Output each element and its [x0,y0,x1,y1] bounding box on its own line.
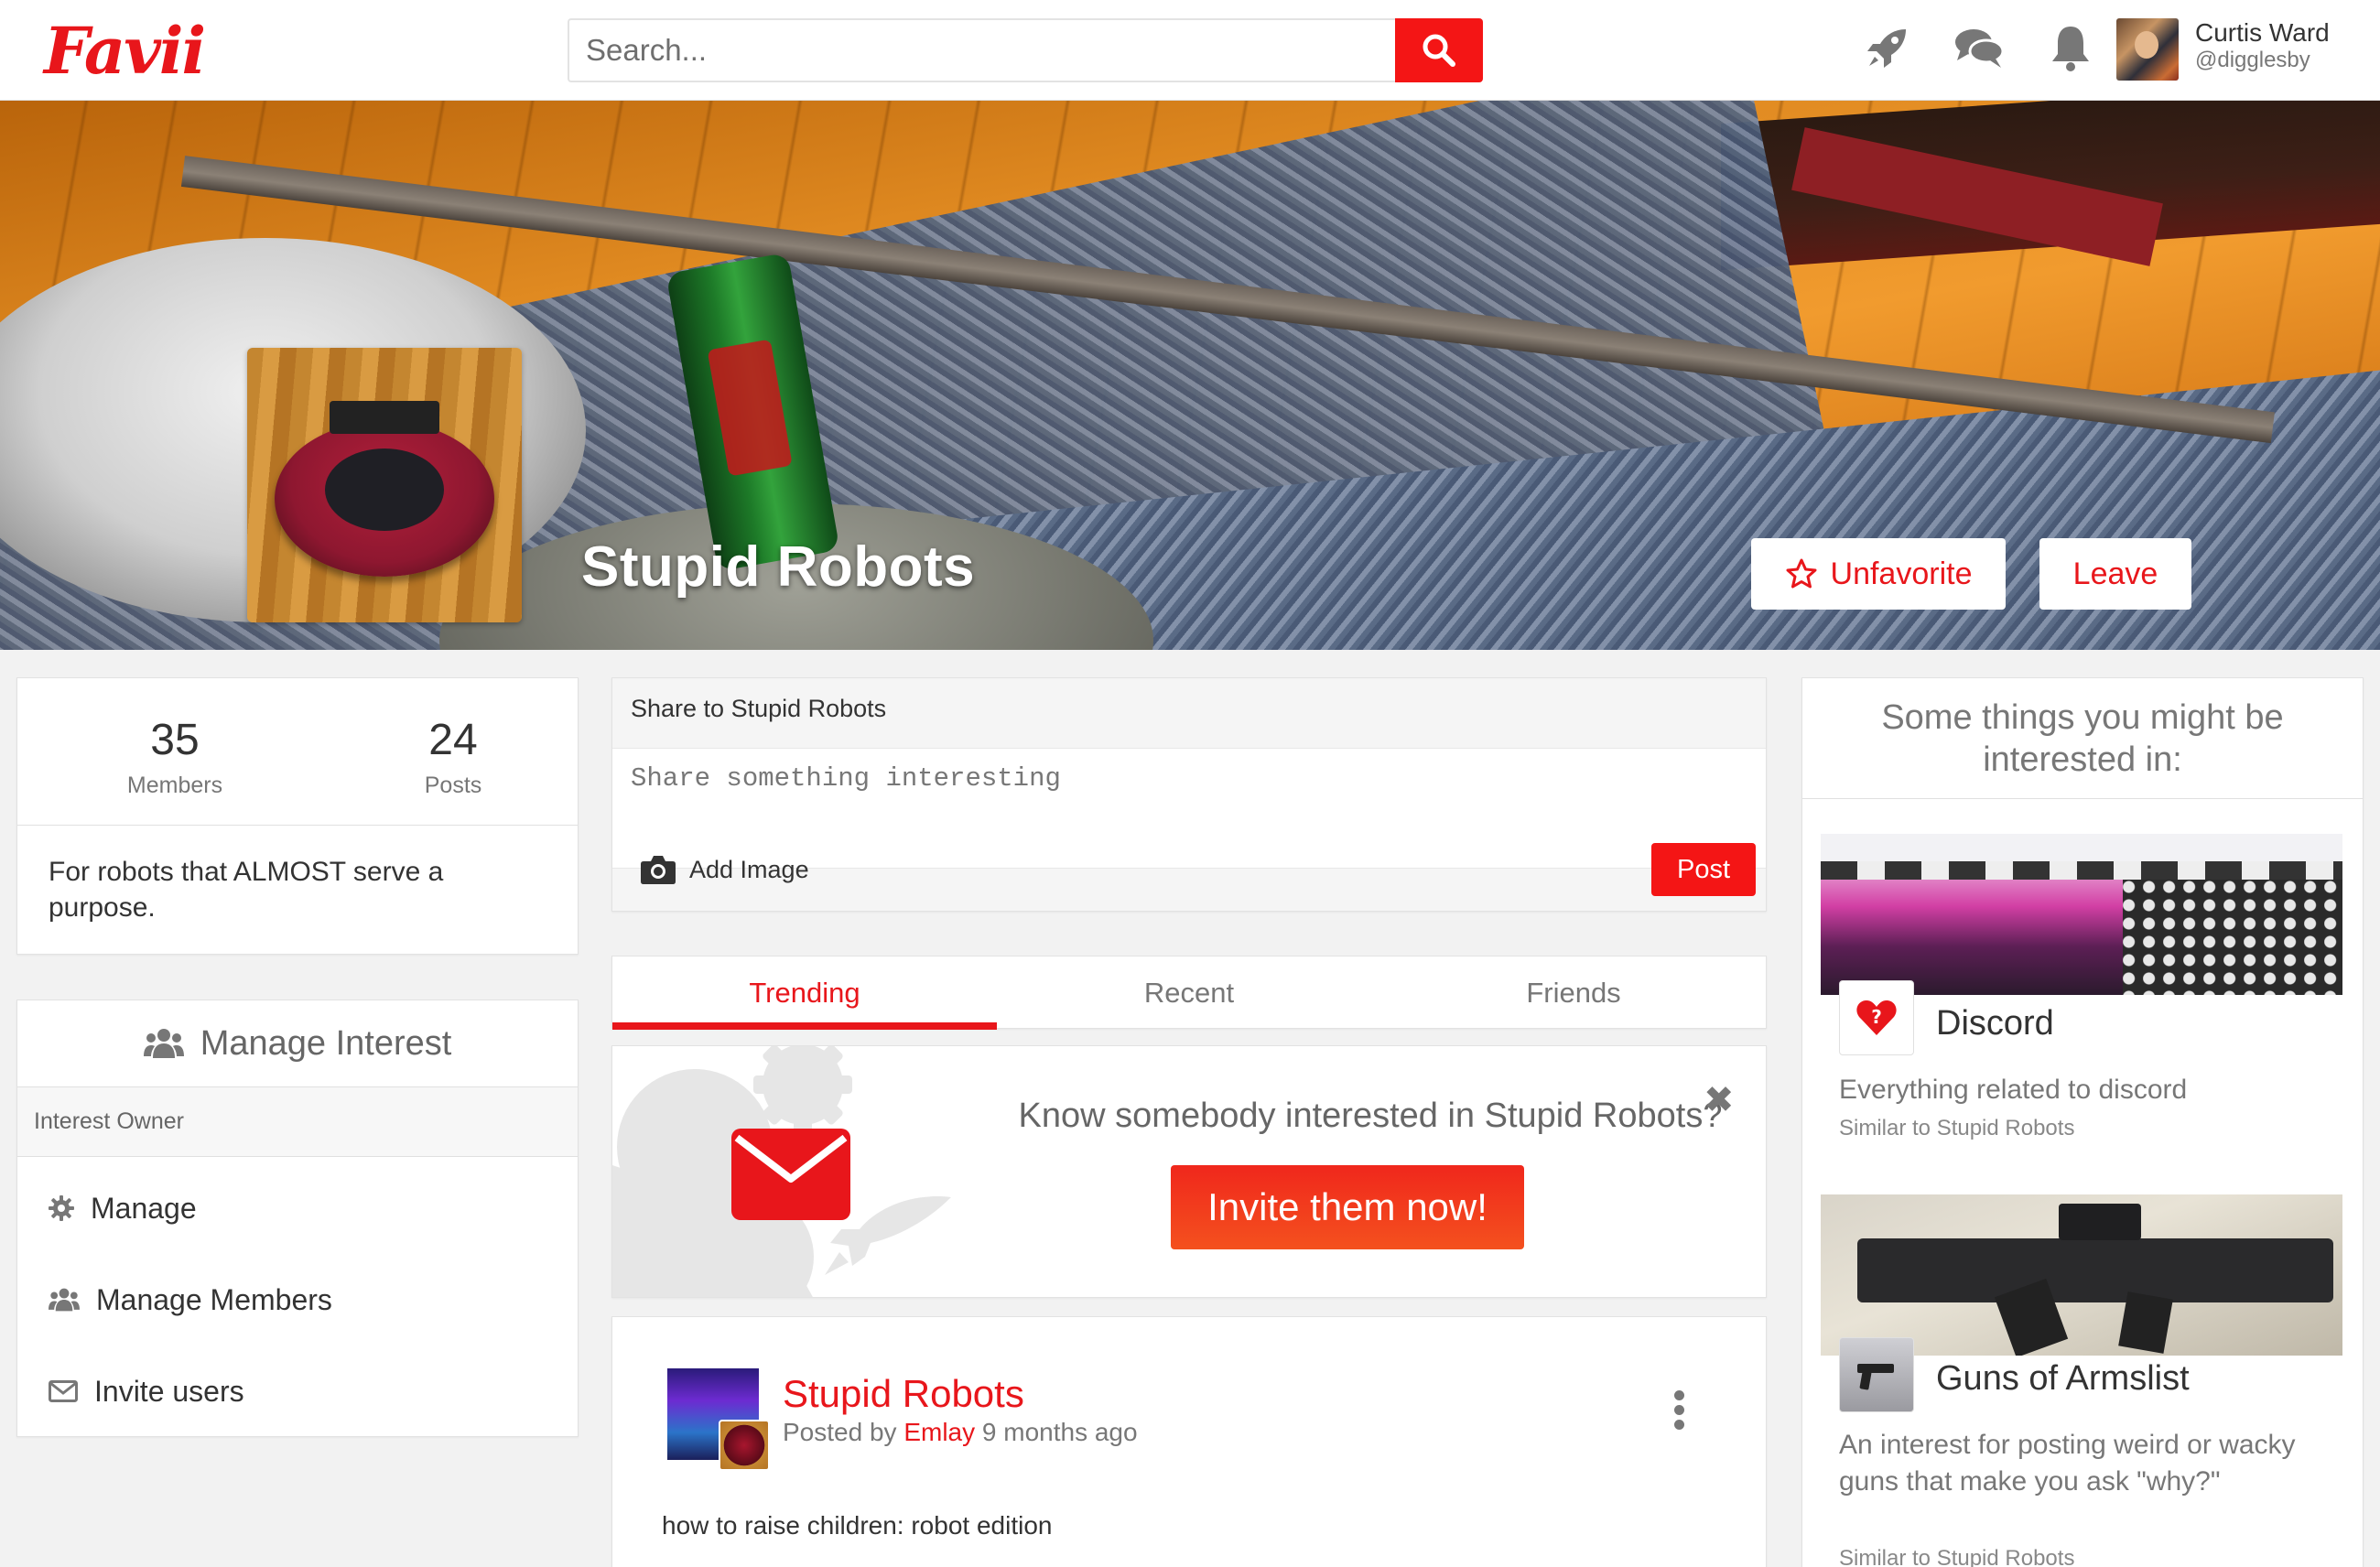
gear-icon [49,1195,74,1221]
tab-recent[interactable]: Recent [997,956,1381,1030]
interest-description: For robots that ALMOST serve a purpose. [49,857,444,923]
members-count: 35 [150,716,200,764]
posts-count: 24 [428,716,478,764]
user-avatar[interactable] [2116,18,2179,81]
guns-icon-tile [1839,1337,1914,1412]
posts-stat[interactable]: 24 Posts [362,715,545,799]
envelope-icon [49,1380,78,1402]
search-icon [1423,34,1455,67]
close-icon[interactable]: ✖ [1704,1079,1735,1121]
invite-prompt: Know somebody interested in Stupid Robot… [1018,1097,1723,1135]
members-label: Members [126,773,223,798]
suggestion-discord[interactable]: ? Discord Everything related to discord … [1821,834,2342,1163]
interest-avatar [247,348,522,622]
search-button[interactable] [1395,18,1483,82]
post-time: 9 months ago [981,1418,1138,1446]
suggestion-guns-of-armslist[interactable]: Guns of Armslist An interest for posting… [1821,1194,2342,1567]
discord-icon-tile: ? [1839,980,1914,1055]
feed-tabs: Trending Recent Friends [611,956,1767,1030]
search-input[interactable] [568,18,1396,82]
share-header: Share to Stupid Robots [631,695,887,722]
chat-bubbles-icon[interactable] [1952,20,2007,75]
star-outline-icon [1786,558,1817,589]
manage-label: Manage [91,1191,197,1225]
pistol-icon [1857,1364,1894,1390]
manage-interest-card: Manage Interest Interest Owner Manage Ma… [16,1000,579,1437]
invite-now-button[interactable]: Invite them now! [1171,1165,1524,1249]
posted-by-prefix: Posted by [783,1418,897,1446]
posts-label: Posts [424,773,482,798]
broken-heart-icon: ? [1856,1000,1897,1035]
unfavorite-label: Unfavorite [1830,556,1973,591]
suggestions-header: Some things you might be interested in: [1802,678,2363,799]
members-stat[interactable]: 35 Members [83,715,266,799]
top-navbar: Favii Curtis Ward @diggles [0,0,2380,101]
gear-shape [753,1046,852,1134]
share-textarea[interactable] [612,749,1766,868]
rocket-icon[interactable] [1860,20,1915,75]
unfavorite-button[interactable]: Unfavorite [1751,538,2006,610]
robot-image [275,421,494,577]
manage-members-label: Manage Members [96,1282,332,1316]
bell-icon[interactable] [2043,20,2098,75]
share-textarea-wrapper [612,748,1766,869]
interest-title: Stupid Robots [581,535,976,599]
post-author[interactable]: Emlay [903,1418,975,1446]
invite-illustration [612,1046,951,1297]
suggestion-title: Guns of Armslist [1936,1359,2190,1398]
active-tab-indicator [612,1022,997,1030]
interest-owner-label: Interest Owner [17,1087,578,1157]
post-meta: Posted by Emlay 9 months ago [783,1418,1138,1447]
invite-banner: Know somebody interested in Stupid Robot… [611,1045,1767,1298]
suggestion-similar: Similar to Stupid Robots [1839,1116,2075,1140]
guns-cover-image [1821,1194,2342,1356]
divider [17,825,578,826]
search-bar [568,18,1483,82]
add-image-label: Add Image [689,855,809,883]
camera-icon [641,856,676,884]
gun-image [330,401,439,434]
suggestion-description: Everything related to discord [1839,1075,2188,1105]
post-interest-name[interactable]: Stupid Robots [783,1372,1024,1416]
svg-text:?: ? [1871,1006,1882,1028]
envelope-icon [731,1129,850,1220]
tab-trending[interactable]: Trending [612,956,997,1030]
suggestion-description: An interest for posting weird or wacky g… [1839,1430,2296,1497]
more-options-icon[interactable] [1674,1390,1687,1434]
users-icon [49,1288,80,1312]
post-button[interactable]: Post [1651,843,1756,896]
manage-link[interactable]: Manage [49,1185,197,1231]
invite-users-label: Invite users [94,1374,244,1408]
share-box: Share to Stupid Robots Add Image Post [611,677,1767,912]
suggestion-title: Discord [1936,1004,2054,1043]
leave-button[interactable]: Leave [2039,538,2191,610]
users-icon [143,1029,184,1058]
user-name[interactable]: Curtis Ward [2195,18,2330,48]
add-image-button[interactable]: Add Image [640,854,809,885]
interest-mini-avatar [719,1420,770,1471]
post-avatar[interactable] [667,1368,770,1471]
suggestions-card: Some things you might be interested in: … [1801,677,2364,1567]
invite-users-link[interactable]: Invite users [49,1368,244,1414]
suggestion-similar: Similar to Stupid Robots [1839,1546,2075,1567]
feed-post: Stupid Robots Posted by Emlay 9 months a… [611,1316,1767,1567]
interest-stats-card: 35 Members 24 Posts For robots that ALMO… [16,677,579,955]
post-body: how to raise children: robot edition [662,1511,1053,1540]
user-handle: @digglesby [2195,48,2310,72]
favii-logo[interactable]: Favii [44,13,206,89]
manage-members-link[interactable]: Manage Members [49,1277,332,1323]
tab-friends[interactable]: Friends [1381,956,1766,1030]
manage-interest-title: Manage Interest [200,1023,452,1063]
discord-cover-image [1821,834,2342,995]
manage-interest-header: Manage Interest [17,1000,578,1087]
